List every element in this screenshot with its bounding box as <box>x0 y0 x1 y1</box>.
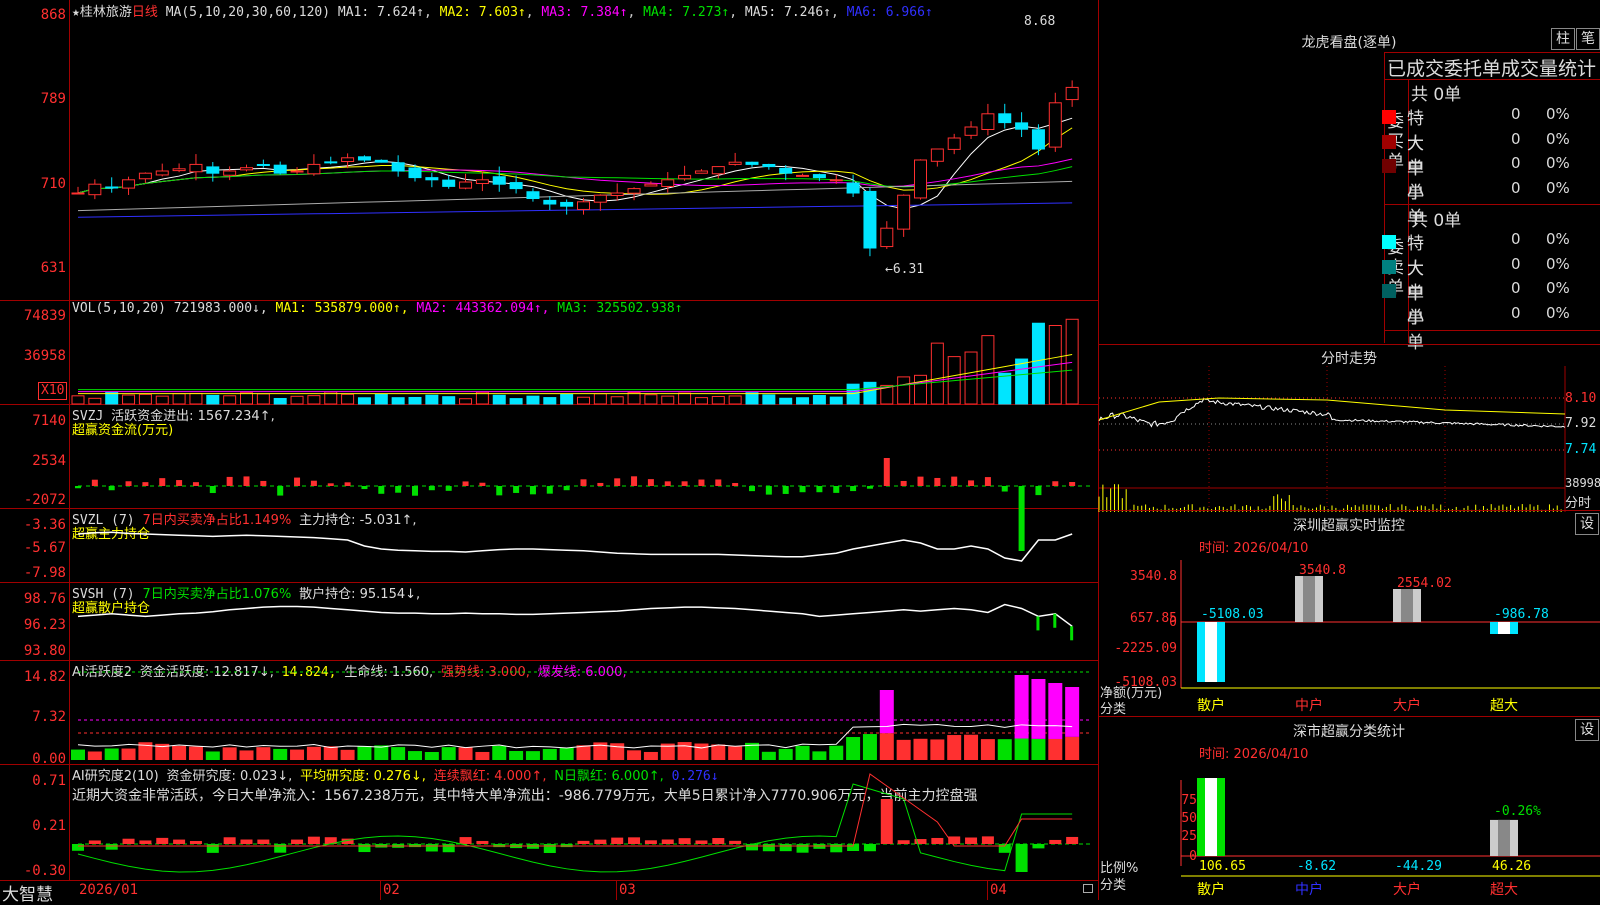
research-bar <box>206 844 219 853</box>
x-label: 2026/01 <box>79 882 139 898</box>
classify-bar-chart[interactable]: 75 50 25 0106.65 散户 -8.62 中户 -44.29 大户 46.26 超大 -0.… <box>1099 0 1600 900</box>
research-bar <box>72 844 84 851</box>
research-bar <box>442 844 455 853</box>
research-bar <box>897 840 910 844</box>
classify-bar-highlight <box>1498 819 1510 856</box>
research-bar <box>779 844 792 852</box>
y-tick-label: 25 <box>1181 829 1197 844</box>
research-bar <box>1066 836 1079 844</box>
research-bar <box>644 840 657 844</box>
brand-logo: 大智慧 <box>2 885 53 905</box>
research-bar <box>762 844 775 852</box>
research-bar <box>139 840 152 844</box>
classify-top-label: -0.26% <box>1494 804 1541 819</box>
research-line <box>77 783 1073 873</box>
research-bar <box>678 838 691 844</box>
research-bar <box>1015 844 1028 872</box>
category-label: 中户 <box>1295 881 1323 898</box>
y-tick-label: 50 <box>1181 811 1197 826</box>
classify-value-label: 106.65 <box>1199 859 1246 874</box>
x-label: 02 <box>383 882 400 898</box>
research-bar <box>1032 844 1045 849</box>
research-bar <box>291 839 304 844</box>
category-label: 超大 <box>1490 882 1518 898</box>
research-bar <box>628 837 641 844</box>
research-bar <box>425 844 438 852</box>
ai2-plot[interactable] <box>0 0 1098 900</box>
x-label: 03 <box>619 882 636 898</box>
category-label: 散户 <box>1197 881 1225 898</box>
research-line <box>78 773 1073 847</box>
research-bar <box>965 837 978 844</box>
research-bar <box>729 840 742 844</box>
research-bar <box>712 838 725 844</box>
classify-bar-highlight <box>1205 778 1217 856</box>
research-bar <box>274 844 287 853</box>
research-bar <box>796 844 809 853</box>
research-bar <box>122 838 135 844</box>
research-bar <box>156 837 169 844</box>
lock-icon[interactable] <box>1083 884 1093 893</box>
research-bar <box>661 839 674 844</box>
research-bar <box>307 836 320 844</box>
research-bar <box>830 844 843 853</box>
research-bar <box>105 844 118 850</box>
research-bar <box>189 840 202 844</box>
classify-value-label: 46.26 <box>1492 859 1531 874</box>
research-bar <box>543 844 556 853</box>
x-label: 04 <box>990 882 1007 898</box>
category-label: 大户 <box>1393 881 1421 898</box>
classify-cat-label: 分类 <box>1100 878 1127 893</box>
research-bar <box>173 839 186 844</box>
research-bar <box>1049 839 1062 844</box>
research-bar <box>257 839 270 844</box>
research-bar <box>611 837 624 844</box>
research-bar <box>594 839 607 844</box>
research-bar <box>931 837 944 844</box>
research-bar <box>358 844 371 853</box>
x-tick <box>616 880 617 900</box>
research-bar <box>240 839 253 844</box>
research-bar <box>981 836 994 844</box>
y-tick-label: 75 <box>1181 793 1197 808</box>
research-bar <box>459 837 472 844</box>
x-tick <box>987 880 988 900</box>
classify-value-label: -44.29 <box>1395 859 1442 874</box>
right-panel: 龙虎看盘(逐单) 柱 笔 已成交委托单成交量统计 委 买 单 共 0单 特大00… <box>1098 0 1600 900</box>
research-bar <box>577 840 590 844</box>
x-tick <box>380 880 381 900</box>
research-bar <box>88 840 101 844</box>
research-bar <box>880 799 893 844</box>
research-bar <box>476 840 489 844</box>
research-bar <box>863 844 876 852</box>
y-tick-label: 0 <box>1189 849 1197 864</box>
classify-value-label: -8.62 <box>1297 859 1336 874</box>
research-bar <box>223 837 236 844</box>
research-bar <box>695 840 708 844</box>
kline-chart-area[interactable]: ★桂林旅游日线 MA(5,10,20,30,60,120) MA1: 7.624… <box>0 0 1100 905</box>
